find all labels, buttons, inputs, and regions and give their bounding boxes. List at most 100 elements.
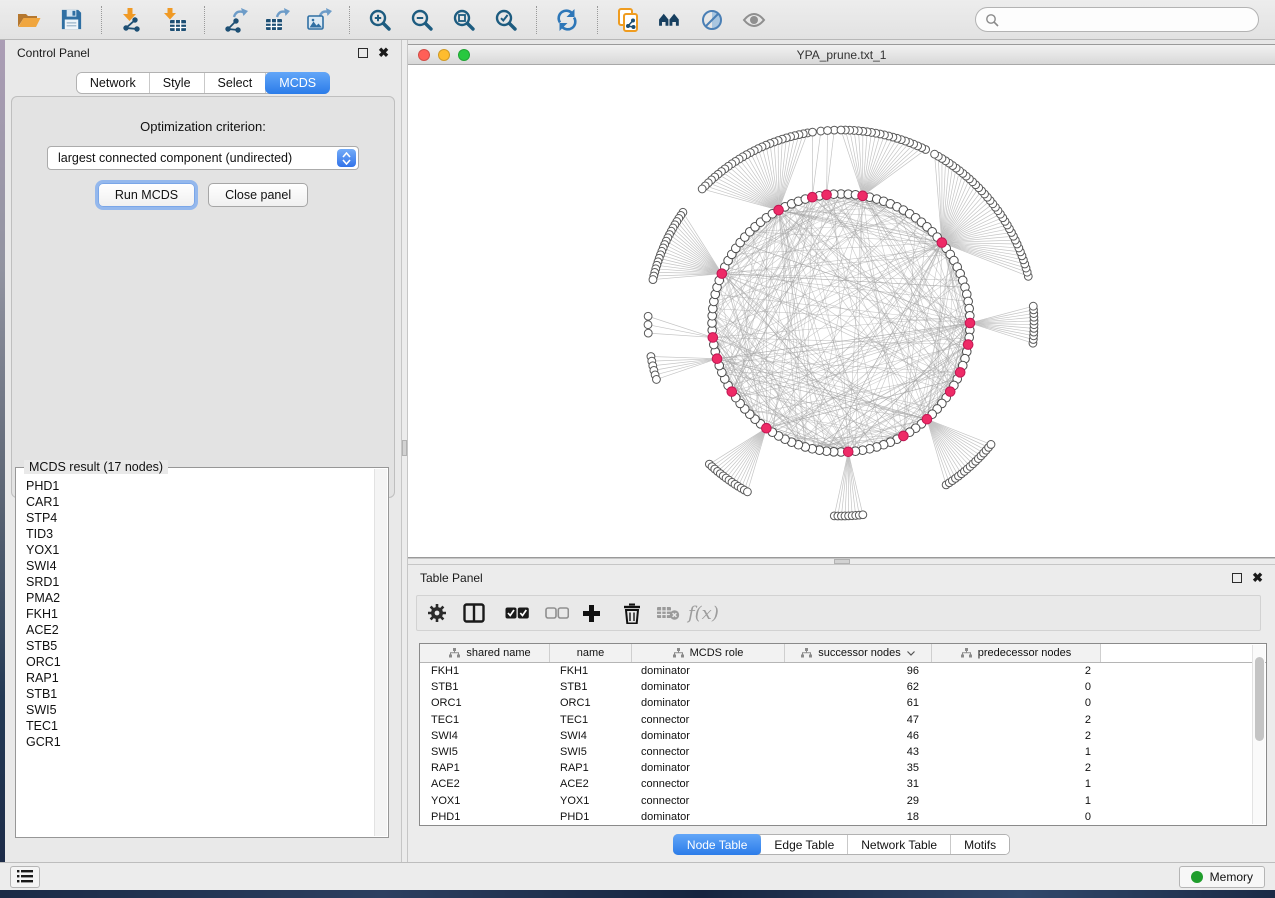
- close-window-icon[interactable]: [418, 49, 430, 61]
- import-table-icon[interactable]: [158, 4, 190, 36]
- column-header-predecessor-nodes[interactable]: predecessor nodes: [932, 644, 1101, 662]
- scrollbar-thumb[interactable]: [1255, 657, 1264, 741]
- table-cell[interactable]: connector: [632, 778, 785, 790]
- column-header-name[interactable]: name: [550, 644, 632, 662]
- table-cell[interactable]: 2: [932, 730, 1101, 742]
- tab-select[interactable]: Select: [205, 73, 267, 93]
- table-row[interactable]: FKH1FKH1dominator962: [420, 663, 1266, 679]
- function-builder-icon[interactable]: f(x): [688, 600, 719, 626]
- table-cell[interactable]: dominator: [632, 811, 785, 823]
- table-cell[interactable]: YOX1: [550, 795, 632, 807]
- table-cell[interactable]: 1: [932, 746, 1101, 758]
- refresh-icon[interactable]: [551, 4, 583, 36]
- mcds-result-item[interactable]: SRD1: [26, 574, 374, 590]
- criterion-dropdown[interactable]: largest connected component (undirected): [47, 146, 359, 170]
- mcds-result-item[interactable]: CAR1: [26, 494, 374, 510]
- table-cell[interactable]: ACE2: [420, 778, 550, 790]
- tab-network[interactable]: Network: [77, 73, 150, 93]
- table-row[interactable]: YOX1YOX1connector291: [420, 793, 1266, 809]
- mcds-result-item[interactable]: YOX1: [26, 542, 374, 558]
- tab-node-table[interactable]: Node Table: [673, 834, 763, 855]
- table-cell[interactable]: RAP1: [420, 762, 550, 774]
- search-field[interactable]: [975, 7, 1259, 32]
- add-column-icon[interactable]: [582, 600, 601, 626]
- mcds-result-item[interactable]: PMA2: [26, 590, 374, 606]
- network-canvas[interactable]: [408, 65, 1273, 557]
- mcds-result-item[interactable]: STP4: [26, 510, 374, 526]
- tab-motifs[interactable]: Motifs: [951, 835, 1009, 854]
- table-cell[interactable]: dominator: [632, 730, 785, 742]
- table-row[interactable]: SWI5SWI5connector431: [420, 744, 1266, 760]
- export-image-icon[interactable]: [303, 4, 335, 36]
- mcds-result-item[interactable]: SWI5: [26, 702, 374, 718]
- table-cell[interactable]: 2: [932, 665, 1101, 677]
- delete-table-icon[interactable]: [656, 600, 680, 626]
- zoom-fit-icon[interactable]: [448, 4, 480, 36]
- table-row[interactable]: STB1STB1dominator620: [420, 679, 1266, 695]
- network-search-icon[interactable]: [654, 4, 686, 36]
- zoom-out-icon[interactable]: [406, 4, 438, 36]
- zoom-selected-icon[interactable]: [490, 4, 522, 36]
- tab-edge-table[interactable]: Edge Table: [761, 835, 848, 854]
- table-cell[interactable]: YOX1: [420, 795, 550, 807]
- table-cell[interactable]: 46: [785, 730, 932, 742]
- graphics-details-icon[interactable]: [696, 4, 728, 36]
- mcds-result-item[interactable]: TID3: [26, 526, 374, 542]
- table-cell[interactable]: connector: [632, 714, 785, 726]
- table-cell[interactable]: 43: [785, 746, 932, 758]
- maximize-window-icon[interactable]: [458, 49, 470, 61]
- table-cell[interactable]: 96: [785, 665, 932, 677]
- table-cell[interactable]: 29: [785, 795, 932, 807]
- column-header-mcds-role[interactable]: MCDS role: [632, 644, 785, 662]
- table-cell[interactable]: FKH1: [420, 665, 550, 677]
- table-cell[interactable]: 47: [785, 714, 932, 726]
- close-panel-button[interactable]: Close panel: [208, 183, 308, 207]
- horizontal-splitter[interactable]: [408, 558, 1275, 565]
- mcds-result-item[interactable]: RAP1: [26, 670, 374, 686]
- clone-network-icon[interactable]: [612, 4, 644, 36]
- mcds-result-item[interactable]: FKH1: [26, 606, 374, 622]
- table-cell[interactable]: ORC1: [550, 697, 632, 709]
- table-cell[interactable]: PHD1: [550, 811, 632, 823]
- delete-column-icon[interactable]: [622, 600, 642, 626]
- tab-network-table[interactable]: Network Table: [848, 835, 951, 854]
- table-cell[interactable]: 61: [785, 697, 932, 709]
- mcds-result-item[interactable]: STB1: [26, 686, 374, 702]
- table-cell[interactable]: STB1: [420, 681, 550, 693]
- close-panel-icon[interactable]: ✖: [1252, 573, 1263, 583]
- table-cell[interactable]: 2: [932, 714, 1101, 726]
- table-cell[interactable]: dominator: [632, 762, 785, 774]
- table-row[interactable]: TEC1TEC1connector472: [420, 712, 1266, 728]
- table-cell[interactable]: connector: [632, 746, 785, 758]
- table-cell[interactable]: 0: [932, 697, 1101, 709]
- export-network-icon[interactable]: [219, 4, 251, 36]
- save-session-icon[interactable]: [55, 4, 87, 36]
- table-cell[interactable]: STB1: [550, 681, 632, 693]
- mcds-result-item[interactable]: ORC1: [26, 654, 374, 670]
- export-table-icon[interactable]: [261, 4, 293, 36]
- table-cell[interactable]: dominator: [632, 697, 785, 709]
- splitter-handle[interactable]: [402, 440, 407, 456]
- table-cell[interactable]: ACE2: [550, 778, 632, 790]
- network-window-titlebar[interactable]: YPA_prune.txt_1: [408, 45, 1275, 65]
- minimize-window-icon[interactable]: [438, 49, 450, 61]
- table-cell[interactable]: TEC1: [420, 714, 550, 726]
- search-input[interactable]: [1005, 13, 1249, 27]
- table-row[interactable]: ACE2ACE2connector311: [420, 776, 1266, 792]
- table-cell[interactable]: SWI5: [420, 746, 550, 758]
- open-file-icon[interactable]: [13, 4, 45, 36]
- table-cell[interactable]: RAP1: [550, 762, 632, 774]
- select-all-checkboxes-icon[interactable]: [505, 600, 529, 626]
- splitter-handle[interactable]: [834, 559, 850, 564]
- table-row[interactable]: ORC1ORC1dominator610: [420, 695, 1266, 711]
- mcds-result-item[interactable]: SWI4: [26, 558, 374, 574]
- mcds-list-scrollbar[interactable]: [374, 469, 387, 836]
- table-cell[interactable]: 35: [785, 762, 932, 774]
- deselect-all-checkboxes-icon[interactable]: [545, 600, 569, 626]
- table-cell[interactable]: 0: [932, 811, 1101, 823]
- zoom-in-icon[interactable]: [364, 4, 396, 36]
- task-history-button[interactable]: [10, 866, 40, 888]
- mcds-result-item[interactable]: STB5: [26, 638, 374, 654]
- table-cell[interactable]: SWI5: [550, 746, 632, 758]
- tab-style[interactable]: Style: [150, 73, 205, 93]
